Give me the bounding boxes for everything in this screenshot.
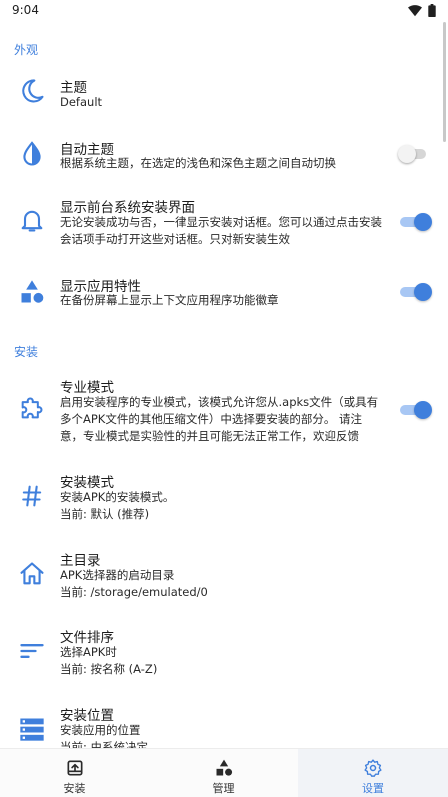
setting-foreground-install-title: 显示前台系统安装界面 bbox=[60, 200, 195, 216]
setting-install-mode-desc: 安装APK的安装模式。 bbox=[60, 490, 175, 504]
auto-theme-toggle[interactable] bbox=[398, 144, 434, 164]
setting-theme-value: Default bbox=[60, 95, 103, 109]
nav-settings[interactable]: 设置 bbox=[298, 749, 448, 797]
setting-home-dir-desc: APK选择器的启动目录 bbox=[60, 568, 175, 582]
home-icon bbox=[20, 562, 44, 585]
nav-install-label: 安装 bbox=[63, 782, 86, 795]
setting-auto-theme[interactable]: 自动主题 根据系统主题，在选定的浅色和深色主题之间自动切换 bbox=[0, 134, 448, 184]
install-icon bbox=[67, 760, 82, 776]
pro-mode-toggle[interactable] bbox=[398, 400, 434, 420]
setting-pro-mode-desc: 启用安装程序的专业模式，该模式允许您从.apks文件（或具有多个APK文件的其他… bbox=[60, 395, 379, 443]
setting-home-dir-title: 主目录 bbox=[60, 553, 101, 569]
setting-foreground-install-desc: 无论安装成功与否，一律显示安装对话框。您可以通过点击安装会话项手动打开这些对话框… bbox=[60, 215, 382, 246]
setting-home-dir-current: 当前: /storage/emulated/0 bbox=[60, 585, 208, 599]
setting-file-sort-desc: 选择APK时 bbox=[60, 645, 117, 659]
storage-icon bbox=[20, 718, 44, 741]
foreground-install-toggle[interactable] bbox=[398, 212, 434, 232]
nav-manage-label: 管理 bbox=[212, 782, 235, 795]
setting-file-sort[interactable]: 文件排序 选择APK时 当前: 按名称 (A-Z) bbox=[0, 625, 448, 685]
setting-pro-mode[interactable]: 专业模式 启用安装程序的专业模式，该模式允许您从.apks文件（或具有多个APK… bbox=[0, 376, 448, 452]
bottom-nav: 安装 管理 设置 bbox=[0, 748, 448, 797]
status-bar: 9:04 bbox=[0, 0, 448, 22]
setting-pro-mode-title: 专业模式 bbox=[60, 380, 114, 396]
sort-icon bbox=[20, 644, 44, 658]
puzzle-icon bbox=[21, 397, 43, 419]
battery-icon bbox=[428, 4, 436, 17]
setting-install-location-current: 当前: 由系统决定 bbox=[60, 740, 149, 748]
app-features-toggle[interactable] bbox=[398, 282, 434, 302]
setting-theme[interactable]: 主题 Default bbox=[0, 70, 448, 120]
setting-install-mode-title: 安装模式 bbox=[60, 475, 114, 491]
hash-icon bbox=[22, 485, 42, 507]
setting-auto-theme-desc: 根据系统主题，在选定的浅色和深色主题之间自动切换 bbox=[60, 156, 336, 170]
wifi-icon bbox=[408, 4, 422, 16]
status-icons bbox=[408, 4, 436, 17]
shapes-icon bbox=[21, 280, 44, 303]
bell-icon bbox=[21, 210, 43, 232]
nav-settings-label: 设置 bbox=[362, 782, 384, 795]
settings-list[interactable]: 外观 主题 Default 自动主题 根据系统主题，在选定的浅色和深色主题之间自… bbox=[0, 22, 448, 748]
nav-install[interactable]: 安装 bbox=[0, 749, 149, 797]
section-header-appearance: 外观 bbox=[14, 43, 39, 57]
setting-install-mode[interactable]: 安装模式 安装APK的安装模式。 当前: 默认 (推荐) bbox=[0, 470, 448, 530]
section-header-install: 安装 bbox=[14, 345, 39, 359]
setting-install-location[interactable]: 安装位置 安装应用的位置 当前: 由系统决定 bbox=[0, 703, 448, 748]
setting-theme-title: 主题 bbox=[60, 80, 87, 96]
shapes-icon bbox=[216, 759, 232, 776]
setting-app-features[interactable]: 显示应用特性 在备份屏幕上显示上下文应用程序功能徽章 bbox=[0, 274, 448, 324]
setting-app-features-desc: 在备份屏幕上显示上下文应用程序功能徽章 bbox=[60, 293, 279, 307]
setting-home-dir[interactable]: 主目录 APK选择器的启动目录 当前: /storage/emulated/0 bbox=[0, 548, 448, 608]
setting-file-sort-current: 当前: 按名称 (A-Z) bbox=[60, 662, 158, 676]
setting-foreground-install[interactable]: 显示前台系统安装界面 无论安装成功与否，一律显示安装对话框。您可以通过点击安装会… bbox=[0, 196, 448, 262]
setting-install-location-desc: 安装应用的位置 bbox=[60, 723, 141, 737]
setting-install-location-title: 安装位置 bbox=[60, 708, 114, 724]
status-time: 9:04 bbox=[12, 3, 39, 17]
nav-manage[interactable]: 管理 bbox=[149, 749, 298, 797]
moon-icon bbox=[22, 79, 44, 103]
setting-install-mode-current: 当前: 默认 (推荐) bbox=[60, 507, 150, 521]
setting-file-sort-title: 文件排序 bbox=[60, 630, 114, 646]
gear-icon bbox=[364, 759, 382, 777]
contrast-drop-icon bbox=[23, 141, 41, 166]
